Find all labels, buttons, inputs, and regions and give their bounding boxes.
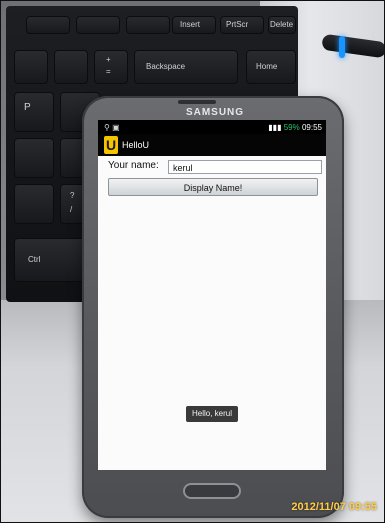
photo: Insert PrtScr Delete + = Backspace Home … <box>0 0 385 523</box>
frame-border <box>0 0 385 523</box>
